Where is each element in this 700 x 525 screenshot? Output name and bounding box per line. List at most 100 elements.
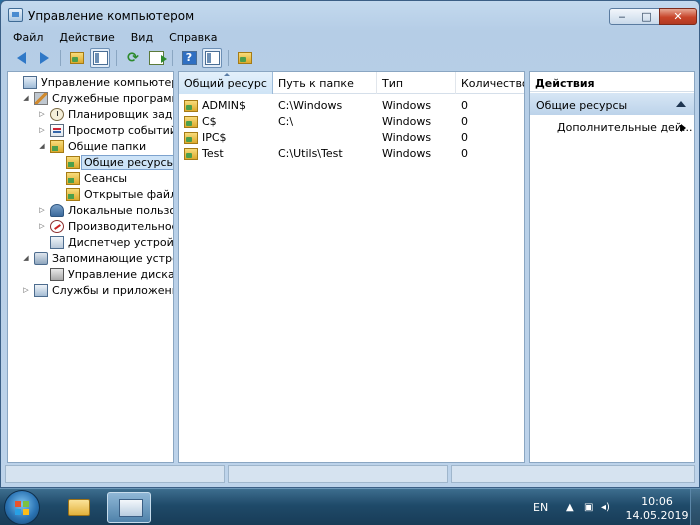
tree-expander-icon[interactable]: ▷ (38, 206, 46, 214)
toolbar: ⟳ ? (5, 47, 695, 69)
tree-item[interactable]: Диспетчер устройств (38, 234, 173, 250)
table-row[interactable]: IPC$ Windows 0 (179, 129, 524, 145)
tree-item[interactable]: ◢ Общие папки (38, 138, 146, 154)
volume-icon[interactable]: ◂) (601, 502, 610, 513)
tree-item[interactable]: Управление компьютером (л (11, 74, 173, 90)
more-actions-item[interactable]: Дополнительные дей... (530, 118, 694, 136)
tree-item[interactable]: ▷ Просмотр событий (38, 122, 173, 138)
tree-item-label: Общие папки (68, 139, 147, 153)
column-header-path[interactable]: Путь к папке (273, 72, 377, 94)
tree-expander-icon[interactable]: ▷ (38, 222, 46, 230)
column-header-count[interactable]: Количество к (456, 72, 524, 94)
tree-expander-icon[interactable]: ▷ (38, 110, 46, 118)
clock-time[interactable]: 10:06 (637, 495, 677, 508)
table-cell: Windows (377, 147, 456, 160)
tree-item[interactable]: ▷ Локальные пользовате (38, 202, 173, 218)
services-icon (34, 283, 48, 297)
toolbar-separator (60, 50, 61, 66)
share-icon (66, 155, 80, 169)
tree-item[interactable]: ◢ Запоминающие устройст (22, 250, 173, 266)
actions-header: Действия (530, 72, 694, 92)
perf-icon (50, 219, 64, 233)
new-share-button[interactable] (235, 48, 255, 68)
shared-folder-icon (184, 147, 198, 160)
collapse-caret-icon[interactable] (676, 101, 686, 107)
table-cell: IPC$ (179, 131, 273, 144)
table-cell-text: Test (202, 146, 224, 160)
table-cell: Windows (377, 99, 456, 112)
table-cell: C:\Utils\Test (273, 147, 377, 160)
menu-bar: Файл Действие Вид Справка (5, 29, 695, 47)
tree-expander-icon[interactable]: ▷ (22, 286, 30, 294)
status-cell (228, 465, 448, 483)
show-hide-action-pane-button[interactable] (202, 48, 222, 68)
menu-help[interactable]: Справка (161, 29, 225, 47)
start-button[interactable] (4, 490, 40, 525)
table-row[interactable]: C$ C:\ Windows 0 (179, 113, 524, 129)
show-hide-tree-button[interactable] (90, 48, 110, 68)
tree-expander-icon[interactable]: ◢ (22, 94, 30, 102)
tree-item[interactable]: ◢ Служебные программы (22, 90, 173, 106)
shared-folder-icon (184, 115, 198, 128)
table-cell-text: C:\ (278, 114, 294, 128)
actions-group-shares[interactable]: Общие ресурсы (530, 93, 694, 115)
help-button[interactable]: ? (179, 48, 199, 68)
column-header-type[interactable]: Тип (377, 72, 456, 94)
close-button[interactable]: ✕ (659, 8, 697, 25)
language-indicator[interactable]: EN (533, 501, 548, 514)
refresh-button[interactable]: ⟳ (123, 48, 143, 68)
new-share-icon (238, 52, 252, 64)
computer-icon (23, 75, 37, 89)
window-title: Управление компьютером (28, 9, 195, 23)
table-cell-text: Windows (382, 98, 432, 112)
tree-item[interactable]: Сеансы (54, 170, 127, 186)
computer-management-icon (8, 8, 23, 22)
submenu-arrow-icon (681, 124, 686, 132)
tree-item[interactable]: ▷ Производительность (38, 218, 173, 234)
table-cell: C:\Windows (273, 99, 377, 112)
title-bar[interactable]: Управление компьютером ‒ □ ✕ (1, 1, 699, 29)
minimize-button[interactable]: ‒ (609, 8, 635, 25)
tree-item[interactable]: Открытые файлы (54, 186, 173, 202)
maximize-button[interactable]: □ (634, 8, 660, 25)
column-header-share[interactable]: Общий ресурс (179, 72, 273, 94)
menu-action[interactable]: Действие (51, 29, 122, 47)
show-hidden-icons-icon[interactable]: ▲ (566, 502, 574, 513)
show-desktop-button[interactable] (690, 489, 700, 525)
tree-expander-icon[interactable]: ▷ (38, 126, 46, 134)
up-level-button[interactable] (67, 48, 87, 68)
tree-item-label: Открытые файлы (84, 187, 173, 201)
status-bar (5, 465, 695, 485)
tree-item[interactable]: Управление дисками (38, 266, 173, 282)
tree-item-label: Локальные пользовате (68, 203, 173, 217)
clock-date[interactable]: 14.05.2019 (622, 509, 692, 522)
network-icon[interactable]: ▣ (584, 502, 593, 513)
table-cell: 0 (456, 115, 524, 128)
table-cell-text: 0 (461, 146, 468, 160)
tree-item[interactable]: Общие ресурсы (54, 154, 173, 170)
tree-item[interactable]: ▷ Службы и приложения (22, 282, 173, 298)
menu-view[interactable]: Вид (123, 29, 161, 47)
navigation-tree[interactable]: Управление компьютером (л ◢ Служебные прог… (7, 71, 174, 463)
export-list-button[interactable] (146, 48, 167, 68)
shares-list[interactable]: Общий ресурс Путь к папке Тип Количество… (178, 71, 525, 463)
table-row[interactable]: ADMIN$ C:\Windows Windows 0 (179, 97, 524, 113)
toolbar-separator (228, 50, 229, 66)
table-cell-text: 0 (461, 130, 468, 144)
storage-icon (34, 251, 48, 265)
events-icon (50, 123, 64, 137)
tree-expander-icon[interactable]: ◢ (38, 142, 46, 150)
menu-file[interactable]: Файл (5, 29, 51, 47)
tree-item-label: Управление компьютером (л (41, 75, 173, 89)
forward-button[interactable] (34, 48, 54, 68)
users-icon (50, 203, 64, 217)
taskbar-explorer-button[interactable] (56, 492, 100, 523)
table-cell-text: IPC$ (202, 130, 227, 144)
back-button[interactable] (11, 48, 31, 68)
tree-expander-icon[interactable]: ◢ (22, 254, 30, 262)
table-cell-text: 0 (461, 98, 468, 112)
table-row[interactable]: Test C:\Utils\Test Windows 0 (179, 145, 524, 161)
table-cell: Windows (377, 115, 456, 128)
tree-item[interactable]: ▷ Планировщик заданий (38, 106, 173, 122)
taskbar-computer-management-button[interactable] (107, 492, 151, 523)
